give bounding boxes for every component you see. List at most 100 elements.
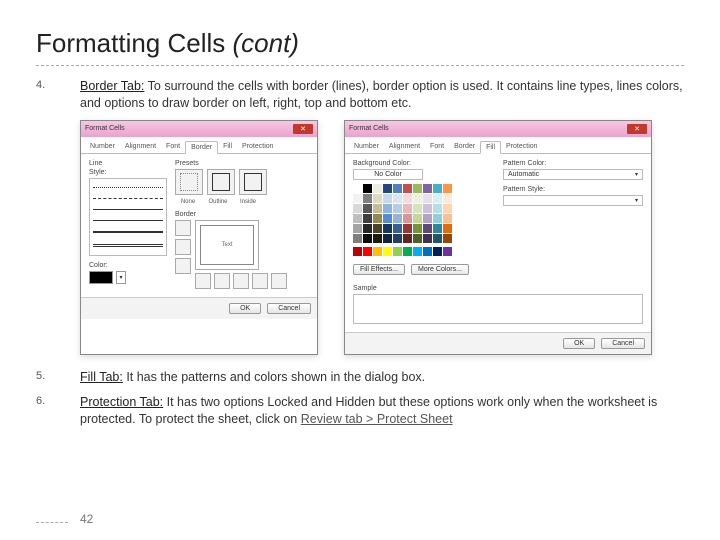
color-swatch[interactable] (353, 224, 362, 233)
color-swatch[interactable] (363, 224, 372, 233)
color-swatch[interactable] (373, 247, 382, 256)
color-swatch[interactable] (433, 204, 442, 213)
color-swatch[interactable] (383, 184, 392, 193)
no-color-option[interactable]: No Color (353, 169, 423, 180)
fill-effects-button[interactable]: Fill Effects... (353, 264, 405, 275)
tab-protection[interactable]: Protection (501, 141, 543, 153)
color-swatch[interactable] (363, 214, 372, 223)
color-swatch[interactable] (393, 247, 402, 256)
tab-fill[interactable]: Fill (218, 141, 237, 153)
color-swatch[interactable] (353, 214, 362, 223)
preset-none[interactable] (175, 169, 203, 195)
color-swatch[interactable] (423, 234, 432, 243)
color-swatch[interactable] (383, 214, 392, 223)
color-swatch[interactable] (413, 214, 422, 223)
color-swatch[interactable] (353, 247, 362, 256)
preset-inside[interactable] (239, 169, 267, 195)
border-left-btn[interactable] (214, 273, 230, 289)
ok-button[interactable]: OK (229, 303, 261, 314)
preset-outline[interactable] (207, 169, 235, 195)
color-swatch[interactable] (403, 194, 412, 203)
color-swatch[interactable] (373, 204, 382, 213)
color-swatch[interactable] (433, 194, 442, 203)
pattern-style-dropdown[interactable]: ▾ (503, 195, 643, 206)
tab-border[interactable]: Border (185, 141, 218, 154)
tab-protection[interactable]: Protection (237, 141, 279, 153)
color-swatch[interactable] (353, 234, 362, 243)
color-swatch[interactable] (363, 247, 372, 256)
color-swatch[interactable] (393, 184, 402, 193)
color-swatch[interactable] (433, 247, 442, 256)
border-right-btn[interactable] (252, 273, 268, 289)
color-swatch[interactable] (413, 184, 422, 193)
color-swatch[interactable] (433, 184, 442, 193)
close-icon[interactable]: ✕ (293, 124, 313, 134)
color-dropdown[interactable]: ▾ (116, 271, 126, 284)
tab-number[interactable]: Number (349, 141, 384, 153)
color-swatch[interactable] (393, 194, 402, 203)
color-swatch[interactable] (363, 234, 372, 243)
color-swatch[interactable] (363, 194, 372, 203)
color-swatch[interactable] (443, 247, 452, 256)
color-swatch[interactable] (363, 184, 372, 193)
color-swatch[interactable] (403, 184, 412, 193)
color-swatch[interactable] (443, 204, 452, 213)
color-swatch[interactable] (443, 184, 452, 193)
color-swatch[interactable] (353, 194, 362, 203)
color-swatch[interactable] (413, 224, 422, 233)
color-swatch[interactable] (383, 247, 392, 256)
color-swatch[interactable] (393, 234, 402, 243)
color-palette[interactable] (353, 184, 493, 256)
color-swatch[interactable] (403, 214, 412, 223)
border-mid-btn[interactable] (175, 239, 191, 255)
color-swatch[interactable] (373, 224, 382, 233)
color-swatch[interactable] (413, 194, 422, 203)
tab-font[interactable]: Font (161, 141, 185, 153)
color-swatch[interactable] (433, 234, 442, 243)
tab-fill[interactable]: Fill (480, 141, 501, 154)
color-swatch[interactable] (423, 204, 432, 213)
color-swatch[interactable] (393, 214, 402, 223)
color-swatch[interactable] (433, 224, 442, 233)
close-icon[interactable]: ✕ (627, 124, 647, 134)
color-swatch[interactable] (423, 194, 432, 203)
color-swatch[interactable] (423, 247, 432, 256)
ok-button[interactable]: OK (563, 338, 595, 349)
color-swatch[interactable] (423, 214, 432, 223)
border-diag1-btn[interactable] (195, 273, 211, 289)
color-swatch[interactable] (373, 214, 382, 223)
line-style-list[interactable] (89, 178, 167, 256)
color-swatch[interactable] (403, 247, 412, 256)
tab-alignment[interactable]: Alignment (384, 141, 425, 153)
more-colors-button[interactable]: More Colors... (411, 264, 469, 275)
color-swatch[interactable] (353, 204, 362, 213)
color-swatch[interactable] (413, 234, 422, 243)
color-swatch[interactable] (373, 234, 382, 243)
tab-border[interactable]: Border (449, 141, 480, 153)
color-swatch[interactable] (423, 184, 432, 193)
border-top-btn[interactable] (175, 220, 191, 236)
color-swatch[interactable] (403, 224, 412, 233)
border-vmid-btn[interactable] (233, 273, 249, 289)
color-swatch[interactable] (383, 224, 392, 233)
color-swatch[interactable] (383, 234, 392, 243)
border-diag2-btn[interactable] (271, 273, 287, 289)
color-swatch[interactable] (443, 234, 452, 243)
color-swatch[interactable] (403, 204, 412, 213)
color-swatch[interactable] (373, 194, 382, 203)
cancel-button[interactable]: Cancel (267, 303, 311, 314)
cancel-button[interactable]: Cancel (601, 338, 645, 349)
color-swatch[interactable] (423, 224, 432, 233)
color-swatch[interactable] (393, 204, 402, 213)
color-swatch[interactable] (363, 204, 372, 213)
color-swatch[interactable] (403, 234, 412, 243)
color-swatch[interactable] (443, 224, 452, 233)
color-swatch[interactable] (393, 224, 402, 233)
pattern-color-dropdown[interactable]: Automatic▾ (503, 169, 643, 180)
color-swatch[interactable] (373, 184, 382, 193)
color-swatch[interactable] (353, 184, 362, 193)
color-swatch[interactable] (433, 214, 442, 223)
color-swatch[interactable] (413, 247, 422, 256)
tab-number[interactable]: Number (85, 141, 120, 153)
tab-alignment[interactable]: Alignment (120, 141, 161, 153)
